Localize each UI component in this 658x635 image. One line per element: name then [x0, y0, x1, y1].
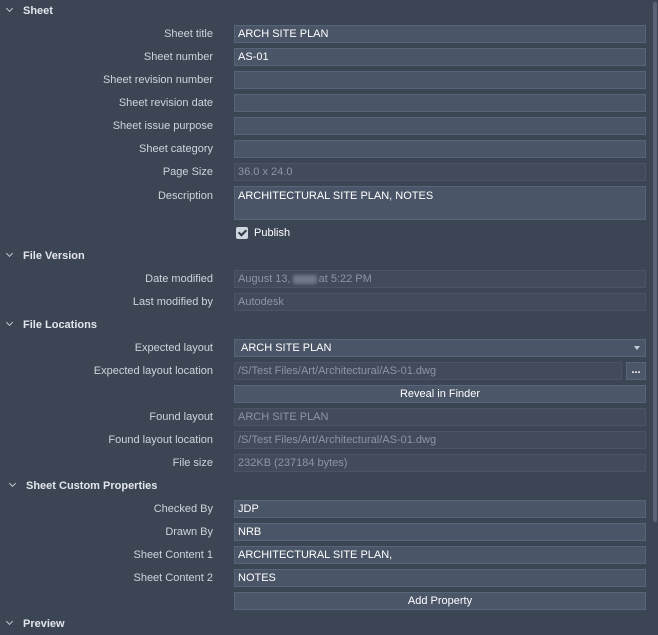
vertical-scrollbar[interactable] — [652, 0, 658, 635]
section-custom-properties-title: Sheet Custom Properties — [26, 480, 158, 492]
checked-by-label: Checked By — [153, 503, 213, 515]
browse-button[interactable]: ... — [626, 362, 646, 380]
description-label: Description — [157, 190, 213, 202]
expected-location-label: Expected layout location — [93, 365, 213, 377]
sheet-revision-date-row: Sheet revision date — [0, 94, 646, 112]
date-modified-prefix: August 13, — [238, 273, 291, 285]
add-property-button[interactable]: Add Property — [234, 592, 646, 610]
date-modified-label: Date modified — [145, 273, 213, 285]
sheet-content-2-label: Sheet Content 2 — [133, 572, 213, 584]
publish-label: Publish — [254, 227, 291, 239]
sheet-title-row: Sheet title ARCH SITE PLAN — [0, 25, 646, 43]
checked-by-row: Checked By JDP — [0, 500, 646, 518]
found-layout-value: ARCH SITE PLAN — [234, 408, 646, 426]
sheet-issue-purpose-row: Sheet issue purpose — [0, 117, 646, 135]
sheet-issue-purpose-label: Sheet issue purpose — [112, 120, 213, 132]
last-modified-by-label: Last modified by — [132, 296, 213, 308]
section-file-locations-title: File Locations — [23, 319, 97, 331]
expected-layout-row: Expected layout ARCH SITE PLAN — [0, 339, 646, 357]
checked-by-input[interactable]: JDP — [234, 500, 646, 518]
sheet-revision-number-row: Sheet revision number — [0, 71, 646, 89]
sheet-revision-number-label: Sheet revision number — [102, 74, 213, 86]
sheet-category-label: Sheet category — [139, 143, 213, 155]
chevron-down-icon[interactable] — [6, 321, 14, 329]
reveal-in-finder-button[interactable]: Reveal in Finder — [234, 385, 646, 403]
last-modified-by-row: Last modified by Autodesk — [0, 293, 646, 311]
sheet-title-input[interactable]: ARCH SITE PLAN — [234, 25, 646, 43]
sheet-content-2-row: Sheet Content 2 NOTES — [0, 569, 646, 587]
drawn-by-input[interactable]: NRB — [234, 523, 646, 541]
sheet-revision-date-label: Sheet revision date — [118, 97, 213, 109]
publish-checkbox[interactable] — [236, 227, 248, 239]
date-modified-row: Date modified August 13, at 5:22 PM — [0, 270, 646, 288]
expected-layout-label: Expected layout — [134, 342, 213, 354]
section-file-version-header[interactable]: File Version — [0, 246, 85, 266]
sheet-number-label: Sheet number — [143, 51, 213, 63]
last-modified-by-value: Autodesk — [234, 293, 646, 311]
section-sheet-title: Sheet — [23, 5, 53, 17]
section-preview-title: Preview — [23, 618, 65, 630]
publish-checkbox-row[interactable]: Publish — [236, 225, 290, 241]
expected-location-row: Expected layout location /S/Test Files/A… — [0, 362, 646, 380]
sheet-content-1-input[interactable]: ARCHITECTURAL SITE PLAN, — [234, 546, 646, 564]
section-file-version-title: File Version — [23, 250, 85, 262]
drawn-by-row: Drawn By NRB — [0, 523, 646, 541]
sheet-title-label: Sheet title — [164, 28, 213, 40]
sheet-revision-number-input[interactable] — [234, 71, 646, 89]
sheet-content-1-label: Sheet Content 1 — [133, 549, 213, 561]
page-size-label: Page Size — [162, 166, 213, 178]
chevron-down-icon[interactable] — [6, 7, 14, 15]
scrollbar-thumb[interactable] — [653, 2, 657, 522]
found-location-row: Found layout location /S/Test Files/Art/… — [0, 431, 646, 449]
date-modified-suffix: at 5:22 PM — [318, 273, 372, 285]
chevron-down-icon[interactable] — [6, 252, 14, 260]
drawn-by-label: Drawn By — [165, 526, 213, 538]
file-size-row: File size 232KB (237184 bytes) — [0, 454, 646, 472]
page-size-value: 36.0 x 24.0 — [234, 163, 646, 181]
sheet-revision-date-input[interactable] — [234, 94, 646, 112]
page-size-row: Page Size 36.0 x 24.0 — [0, 163, 646, 181]
description-row: Description ARCHITECTURAL SITE PLAN, NOT… — [0, 186, 646, 220]
sheet-category-row: Sheet category — [0, 140, 646, 158]
description-textarea[interactable]: ARCHITECTURAL SITE PLAN, NOTES — [234, 186, 646, 220]
expected-location-value: /S/Test Files/Art/Architectural/AS-01.dw… — [234, 362, 622, 380]
found-layout-label: Found layout — [149, 411, 213, 423]
redacted-year — [292, 274, 317, 284]
section-custom-properties-header[interactable]: Sheet Custom Properties — [0, 476, 157, 496]
sheet-content-2-input[interactable]: NOTES — [234, 569, 646, 587]
file-size-value: 232KB (237184 bytes) — [234, 454, 646, 472]
found-location-value: /S/Test Files/Art/Architectural/AS-01.dw… — [234, 431, 646, 449]
section-preview-header[interactable]: Preview — [0, 614, 65, 634]
chevron-down-icon[interactable] — [6, 620, 14, 628]
sheet-issue-purpose-input[interactable] — [234, 117, 646, 135]
dropdown-caret-icon — [634, 346, 640, 350]
found-layout-row: Found layout ARCH SITE PLAN — [0, 408, 646, 426]
file-size-label: File size — [172, 457, 213, 469]
date-modified-value: August 13, at 5:22 PM — [234, 270, 646, 288]
chevron-down-icon[interactable] — [9, 482, 17, 490]
expected-layout-value: ARCH SITE PLAN — [241, 342, 332, 354]
sheet-content-1-row: Sheet Content 1 ARCHITECTURAL SITE PLAN, — [0, 546, 646, 564]
section-file-locations-header[interactable]: File Locations — [0, 315, 97, 335]
expected-layout-select[interactable]: ARCH SITE PLAN — [234, 339, 646, 357]
found-location-label: Found layout location — [108, 434, 213, 446]
sheet-number-input[interactable]: AS-01 — [234, 48, 646, 66]
section-sheet-header[interactable]: Sheet — [0, 1, 53, 21]
sheet-number-row: Sheet number AS-01 — [0, 48, 646, 66]
sheet-category-input[interactable] — [234, 140, 646, 158]
